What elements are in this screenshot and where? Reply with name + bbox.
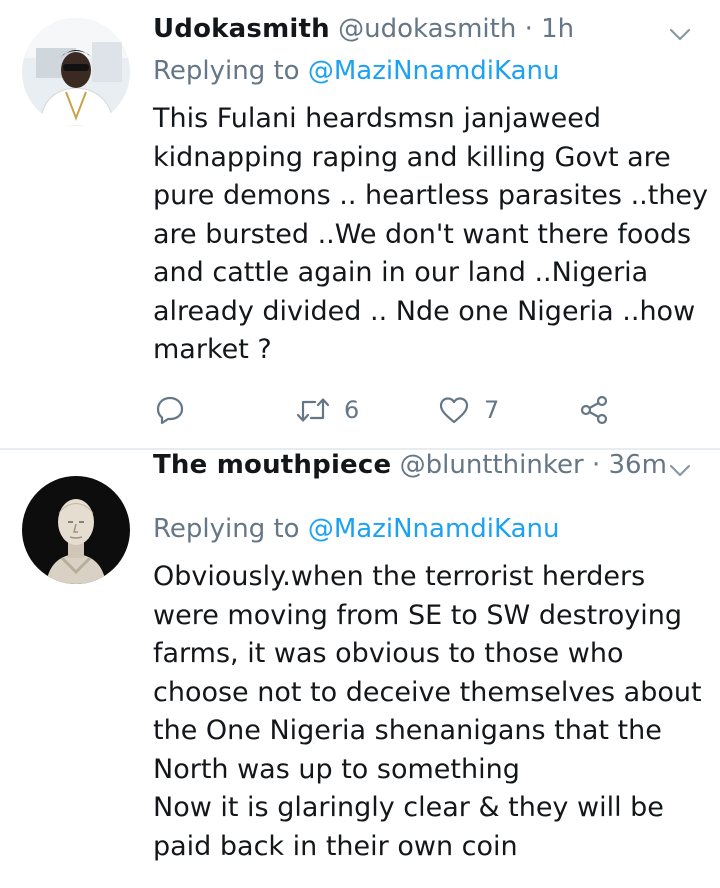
retweet-count: 6 (344, 396, 360, 424)
share-button[interactable] (578, 392, 610, 428)
mention-link[interactable]: @MaziNnamdiKanu (308, 56, 560, 86)
user-handle[interactable]: @bluntthinker (400, 450, 584, 480)
chevron-down-icon[interactable] (668, 22, 692, 46)
heart-icon (439, 397, 469, 424)
timestamp[interactable]: 36m (608, 450, 666, 480)
separator-dot: · (524, 14, 533, 44)
chevron-down-icon[interactable] (668, 458, 692, 482)
tweet-actions: 6 7 (153, 392, 633, 428)
avatar[interactable] (22, 476, 130, 584)
reply-button[interactable] (155, 392, 185, 428)
mention-link[interactable]: @MaziNnamdiKanu (308, 514, 560, 544)
reply-icon (156, 396, 184, 425)
tweet-text: This Fulani heardsmsn janjaweed kidnappi… (153, 103, 709, 365)
like-count: 7 (484, 396, 500, 424)
replying-to: Replying to @MaziNnamdiKanu (153, 514, 560, 544)
timestamp[interactable]: 1h (541, 14, 574, 44)
display-name[interactable]: Udokasmith (153, 14, 330, 44)
tweet[interactable]: The mouthpiece @bluntthinker · 36m Reply… (0, 450, 720, 888)
tweet-header: The mouthpiece @bluntthinker · 36m (153, 450, 720, 480)
avatar[interactable] (22, 18, 130, 126)
tweet-header: Udokasmith @udokasmith · 1h (153, 14, 720, 44)
display-name[interactable]: The mouthpiece (153, 450, 391, 480)
tweet-text: Obviously.when the terrorist herders wer… (153, 561, 702, 862)
like-button[interactable]: 7 (438, 392, 499, 428)
separator-dot: · (591, 450, 601, 480)
replying-to: Replying to @MaziNnamdiKanu (153, 56, 560, 86)
replying-label: Replying to (153, 56, 300, 86)
retweet-icon (296, 398, 330, 422)
retweet-button[interactable]: 6 (296, 392, 359, 428)
share-icon (580, 395, 608, 425)
user-handle[interactable]: @udokasmith (338, 14, 516, 44)
replying-label: Replying to (153, 514, 300, 544)
tweet[interactable]: Udokasmith @udokasmith · 1h Replying to … (0, 0, 720, 450)
